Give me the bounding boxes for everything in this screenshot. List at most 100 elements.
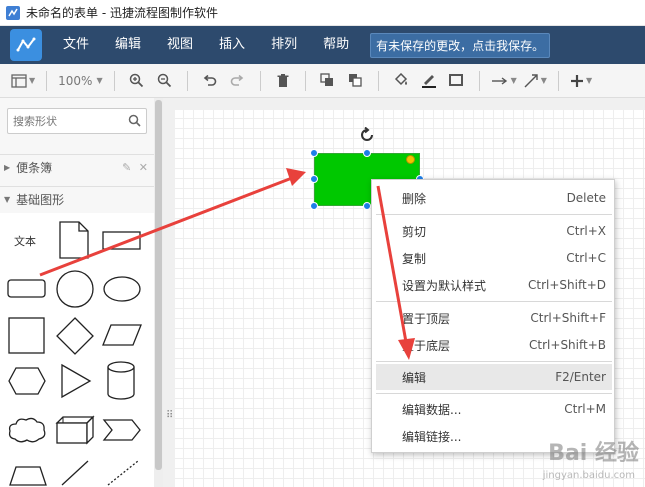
delete-button[interactable]	[272, 69, 294, 93]
menu-edit[interactable]: 编辑	[102, 26, 154, 64]
shape-trapezoid[interactable]	[8, 463, 48, 487]
toolbar-divider	[377, 70, 379, 91]
menu-item-bring-to-front[interactable]: 置于顶层 Ctrl+Shift+F	[376, 305, 612, 331]
menu-view[interactable]: 视图	[154, 26, 206, 64]
shape-circle[interactable]	[55, 269, 95, 309]
chevron-down-icon: ▼	[510, 76, 517, 85]
corner-radius-handle[interactable]	[406, 155, 415, 164]
panel-toggle-button[interactable]: ▼	[11, 69, 35, 93]
menu-divider	[376, 301, 612, 302]
paint-bucket-icon	[394, 73, 407, 86]
toolbar-divider	[304, 70, 306, 91]
undo-icon	[203, 74, 217, 86]
watermark-url: jingyan.baidu.com	[542, 470, 635, 481]
menu-divider	[376, 361, 612, 362]
menu-divider	[376, 393, 612, 394]
shape-rectangle[interactable]	[102, 231, 142, 251]
context-menu: 删除 Delete 剪切 Ctrl+X 复制 Ctrl+C 设置为默认样式 Ctrl+S…	[371, 179, 615, 453]
sidebar-scrollbar[interactable]	[154, 98, 163, 487]
shape-cube[interactable]	[55, 415, 95, 445]
rotate-icon[interactable]	[359, 126, 375, 146]
resize-handle[interactable]	[363, 149, 371, 157]
app-logo-icon[interactable]	[10, 29, 42, 61]
menu-item-edit[interactable]: 编辑 F2/Enter	[376, 364, 612, 390]
toolbar-divider	[478, 70, 480, 91]
line-color-button[interactable]	[418, 69, 440, 93]
canvas-page-border-top	[163, 98, 645, 110]
menu-item-delete[interactable]: 删除 Delete	[376, 185, 612, 211]
zoom-in-button[interactable]	[126, 69, 148, 93]
zoom-level: 100%	[58, 73, 93, 88]
send-to-back-button[interactable]	[345, 69, 367, 93]
redo-button[interactable]	[227, 69, 249, 93]
resize-handle[interactable]	[310, 202, 318, 210]
edit-icon[interactable]: ✎	[122, 161, 131, 174]
toolbar-divider	[46, 70, 48, 91]
menu-divider	[376, 214, 612, 215]
window-title: 未命名的表单 - 迅捷流程图制作软件	[26, 6, 218, 20]
search-icon[interactable]	[128, 114, 141, 130]
title-bar: 未命名的表单 - 迅捷流程图制作软件	[0, 0, 645, 26]
redo-icon	[230, 74, 244, 86]
shape-square[interactable]	[8, 317, 46, 355]
plus-icon	[570, 74, 583, 87]
layout-icon	[11, 73, 27, 88]
shadow-button[interactable]	[446, 69, 468, 93]
menu-item-cut[interactable]: 剪切 Ctrl+X	[376, 218, 612, 244]
shape-cloud[interactable]	[7, 415, 47, 445]
connection-style-button[interactable]: ▼	[491, 69, 517, 93]
search-box[interactable]	[7, 108, 147, 134]
shape-step[interactable]	[102, 418, 142, 442]
shape-rounded-rectangle[interactable]	[7, 276, 47, 300]
zoom-in-icon	[129, 73, 144, 88]
shape-text[interactable]: 文本	[14, 233, 36, 249]
menu-file[interactable]: 文件	[50, 26, 102, 64]
shape-ellipse[interactable]	[103, 275, 143, 303]
toolbar-divider	[557, 70, 559, 91]
menu-item-edit-data[interactable]: 编辑数据... Ctrl+M	[376, 396, 612, 422]
diagonal-line-icon	[524, 73, 538, 87]
shape-hexagon[interactable]	[7, 366, 47, 396]
search-input[interactable]	[8, 109, 120, 133]
waypoint-style-button[interactable]: ▼	[523, 69, 547, 93]
unsaved-changes-button[interactable]: 有未保存的更改，点击我保存。	[370, 32, 551, 58]
menu-item-copy[interactable]: 复制 Ctrl+C	[376, 245, 612, 271]
panel-basic-shapes[interactable]: ▼ 基础图形	[0, 186, 154, 212]
menu-item-set-default-style[interactable]: 设置为默认样式 Ctrl+Shift+D	[376, 272, 612, 298]
resize-handle[interactable]	[363, 202, 371, 210]
zoom-out-button[interactable]	[154, 69, 176, 93]
undo-button[interactable]	[199, 69, 221, 93]
shape-cylinder[interactable]	[106, 361, 136, 401]
chevron-down-icon: ▼	[96, 76, 103, 85]
menu-insert[interactable]: 插入	[206, 26, 258, 64]
panel-label: 基础图形	[16, 193, 65, 207]
menu-item-send-to-back[interactable]: 置于底层 Ctrl+Shift+B	[376, 332, 612, 358]
bring-to-front-button[interactable]	[317, 69, 339, 93]
toolbar: ▼ 100% ▼ ▼ ▼ ▼	[0, 64, 645, 98]
panel-scratchpad[interactable]: ▶ 便条簿 ✎ ✕	[0, 154, 154, 180]
shape-diamond[interactable]	[55, 317, 95, 355]
toolbar-divider	[186, 70, 188, 91]
shape-line[interactable]	[60, 458, 92, 487]
to-front-icon	[320, 73, 334, 86]
shape-triangle[interactable]	[60, 363, 92, 399]
resize-handle[interactable]	[310, 149, 318, 157]
insert-button[interactable]: ▼	[570, 69, 592, 93]
menu-help[interactable]: 帮助	[310, 26, 362, 64]
shape-document[interactable]	[59, 221, 89, 259]
chevron-down-icon: ▼	[585, 76, 593, 85]
panel-actions: ✎ ✕	[122, 161, 148, 174]
splitter-handle-icon[interactable]: ⠿	[166, 410, 173, 421]
shape-parallelogram[interactable]	[101, 323, 143, 347]
close-icon[interactable]: ✕	[139, 161, 148, 174]
zoom-dropdown[interactable]: 100% ▼	[58, 69, 102, 93]
menu-arrange[interactable]: 排列	[258, 26, 310, 64]
resize-handle[interactable]	[310, 175, 318, 183]
fill-color-button[interactable]	[390, 69, 412, 93]
app-icon	[6, 5, 20, 20]
scrollbar-thumb[interactable]	[155, 100, 162, 470]
shapes-palette: 文本	[0, 213, 154, 487]
zoom-out-icon	[157, 73, 172, 88]
shape-dotted-line[interactable]	[106, 458, 140, 487]
shadow-rect-icon	[449, 74, 464, 86]
